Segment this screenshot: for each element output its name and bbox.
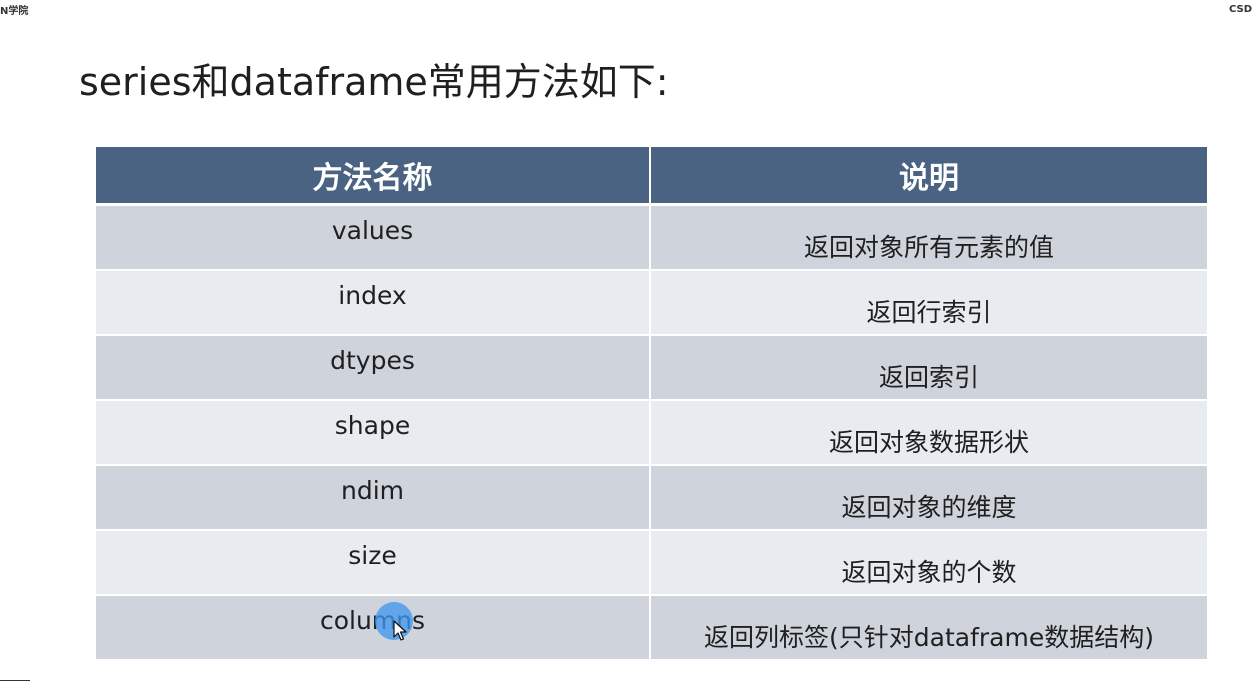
mouse-pointer-icon [393,620,407,641]
table-row: index 返回行索引 [96,271,1207,336]
description-cell: 返回行索引 [651,271,1207,336]
header-description: 说明 [651,147,1207,206]
watermark-right: CSD [1228,4,1252,15]
table-row: shape 返回对象数据形状 [96,401,1207,466]
method-cell: shape [96,401,651,466]
description-cell: 返回对象数据形状 [651,401,1207,466]
description-cell: 返回列标签(只针对dataframe数据结构) [651,596,1207,661]
header-method-name: 方法名称 [96,147,651,206]
table-row: ndim 返回对象的维度 [96,466,1207,531]
table-row: dtypes 返回索引 [96,336,1207,401]
divider [0,680,30,681]
table-row: size 返回对象的个数 [96,531,1207,596]
description-cell: 返回对象的维度 [651,466,1207,531]
slide-title: series和dataframe常用方法如下: [79,60,669,104]
methods-table: 方法名称 说明 values 返回对象所有元素的值 index 返回行索引 dt… [96,147,1207,661]
method-cell: size [96,531,651,596]
method-cell: ndim [96,466,651,531]
table-row: values 返回对象所有元素的值 [96,206,1207,271]
method-cell: index [96,271,651,336]
method-cell: dtypes [96,336,651,401]
description-cell: 返回对象所有元素的值 [651,206,1207,271]
table-header-row: 方法名称 说明 [96,147,1207,206]
description-cell: 返回对象的个数 [651,531,1207,596]
table-row: columns 返回列标签(只针对dataframe数据结构) [96,596,1207,661]
watermark-left: N学院 [0,6,29,17]
method-cell: columns [96,596,651,661]
method-cell: values [96,206,651,271]
description-cell: 返回索引 [651,336,1207,401]
